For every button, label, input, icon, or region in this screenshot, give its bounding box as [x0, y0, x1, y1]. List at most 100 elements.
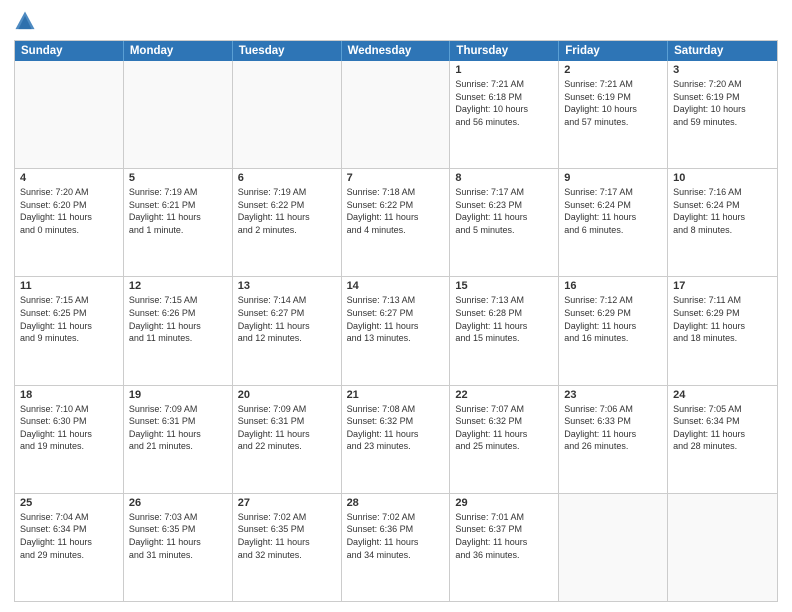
day-cell-17: 17 Sunrise: 7:11 AMSunset: 6:29 PMDayligh…: [668, 277, 777, 384]
day-info: Sunrise: 7:05 AMSunset: 6:34 PMDaylight:…: [673, 403, 772, 453]
day-cell-empty: [124, 61, 233, 168]
day-cell-22: 22Sunrise: 7:07 AMSunset: 6:32 PMDayligh…: [450, 386, 559, 493]
day-cell-2: 2 Sunrise: 7:21 AMSunset: 6:19 PMDaylight…: [559, 61, 668, 168]
day-cell-18: 18Sunrise: 7:10 AMSunset: 6:30 PMDayligh…: [15, 386, 124, 493]
day-info: Sunrise: 7:02 AMSunset: 6:35 PMDaylight:…: [238, 511, 336, 561]
day-number: 5: [129, 172, 227, 184]
day-number: 11: [20, 280, 118, 292]
day-number: 1: [455, 64, 553, 76]
day-cell-6: 6 Sunrise: 7:19 AMSunset: 6:22 PMDaylight…: [233, 169, 342, 276]
day-number: 28: [347, 497, 445, 509]
calendar-body: 1 Sunrise: 7:21 AMSunset: 6:18 PMDaylight…: [15, 61, 777, 601]
logo-icon: [14, 10, 36, 32]
day-cell-13: 13 Sunrise: 7:14 AMSunset: 6:27 PMDayligh…: [233, 277, 342, 384]
day-cell-14: 14 Sunrise: 7:13 AMSunset: 6:27 PMDayligh…: [342, 277, 451, 384]
day-info: Sunrise: 7:03 AMSunset: 6:35 PMDaylight:…: [129, 511, 227, 561]
day-cell-empty: [559, 494, 668, 601]
day-number: 19: [129, 389, 227, 401]
day-info: Sunrise: 7:04 AMSunset: 6:34 PMDaylight:…: [20, 511, 118, 561]
day-cell-5: 5 Sunrise: 7:19 AMSunset: 6:21 PMDaylight…: [124, 169, 233, 276]
day-cell-23: 23 Sunrise: 7:06 AMSunset: 6:33 PMDayligh…: [559, 386, 668, 493]
day-cell-empty: [342, 61, 451, 168]
day-info: Sunrise: 7:21 AMSunset: 6:19 PMDaylight:…: [564, 78, 662, 128]
header-cell-thursday: Thursday: [450, 41, 559, 61]
day-info: Sunrise: 7:12 AMSunset: 6:29 PMDaylight:…: [564, 294, 662, 344]
day-cell-26: 26 Sunrise: 7:03 AMSunset: 6:35 PMDayligh…: [124, 494, 233, 601]
day-info: Sunrise: 7:06 AMSunset: 6:33 PMDaylight:…: [564, 403, 662, 453]
day-info: Sunrise: 7:09 AMSunset: 6:31 PMDaylight:…: [238, 403, 336, 453]
calendar-row-3: 11 Sunrise: 7:15 AMSunset: 6:25 PMDayligh…: [15, 276, 777, 384]
day-cell-21: 21 Sunrise: 7:08 AMSunset: 6:32 PMDayligh…: [342, 386, 451, 493]
day-info: Sunrise: 7:15 AMSunset: 6:26 PMDaylight:…: [129, 294, 227, 344]
day-number: 21: [347, 389, 445, 401]
day-cell-4: 4 Sunrise: 7:20 AMSunset: 6:20 PMDaylight…: [15, 169, 124, 276]
day-info: Sunrise: 7:13 AMSunset: 6:27 PMDaylight:…: [347, 294, 445, 344]
header-cell-monday: Monday: [124, 41, 233, 61]
day-info: Sunrise: 7:01 AMSunset: 6:37 PMDaylight:…: [455, 511, 553, 561]
day-number: 25: [20, 497, 118, 509]
day-info: Sunrise: 7:19 AMSunset: 6:22 PMDaylight:…: [238, 186, 336, 236]
day-cell-8: 8 Sunrise: 7:17 AMSunset: 6:23 PMDaylight…: [450, 169, 559, 276]
day-info: Sunrise: 7:10 AMSunset: 6:30 PMDaylight:…: [20, 403, 118, 453]
day-number: 22: [455, 389, 553, 401]
day-number: 7: [347, 172, 445, 184]
day-number: 3: [673, 64, 772, 76]
logo: [14, 10, 38, 32]
day-number: 2: [564, 64, 662, 76]
day-info: Sunrise: 7:13 AMSunset: 6:28 PMDaylight:…: [455, 294, 553, 344]
day-number: 20: [238, 389, 336, 401]
calendar-row-5: 25 Sunrise: 7:04 AMSunset: 6:34 PMDayligh…: [15, 493, 777, 601]
day-cell-empty: [668, 494, 777, 601]
day-info: Sunrise: 7:18 AMSunset: 6:22 PMDaylight:…: [347, 186, 445, 236]
page-header: [14, 10, 778, 32]
day-cell-10: 10 Sunrise: 7:16 AMSunset: 6:24 PMDayligh…: [668, 169, 777, 276]
day-cell-empty: [15, 61, 124, 168]
day-info: Sunrise: 7:21 AMSunset: 6:18 PMDaylight:…: [455, 78, 553, 128]
day-number: 16: [564, 280, 662, 292]
day-info: Sunrise: 7:14 AMSunset: 6:27 PMDaylight:…: [238, 294, 336, 344]
header-cell-sunday: Sunday: [15, 41, 124, 61]
day-number: 13: [238, 280, 336, 292]
day-number: 27: [238, 497, 336, 509]
day-cell-12: 12 Sunrise: 7:15 AMSunset: 6:26 PMDayligh…: [124, 277, 233, 384]
day-number: 4: [20, 172, 118, 184]
day-cell-25: 25 Sunrise: 7:04 AMSunset: 6:34 PMDayligh…: [15, 494, 124, 601]
day-number: 8: [455, 172, 553, 184]
calendar-page: SundayMondayTuesdayWednesdayThursdayFrid…: [0, 0, 792, 612]
calendar-row-1: 1 Sunrise: 7:21 AMSunset: 6:18 PMDaylight…: [15, 61, 777, 168]
day-number: 23: [564, 389, 662, 401]
day-number: 9: [564, 172, 662, 184]
day-number: 6: [238, 172, 336, 184]
day-info: Sunrise: 7:16 AMSunset: 6:24 PMDaylight:…: [673, 186, 772, 236]
day-cell-empty: [233, 61, 342, 168]
header-cell-saturday: Saturday: [668, 41, 777, 61]
day-info: Sunrise: 7:20 AMSunset: 6:20 PMDaylight:…: [20, 186, 118, 236]
day-info: Sunrise: 7:09 AMSunset: 6:31 PMDaylight:…: [129, 403, 227, 453]
header-cell-tuesday: Tuesday: [233, 41, 342, 61]
day-cell-28: 28 Sunrise: 7:02 AMSunset: 6:36 PMDayligh…: [342, 494, 451, 601]
day-cell-3: 3 Sunrise: 7:20 AMSunset: 6:19 PMDaylight…: [668, 61, 777, 168]
day-info: Sunrise: 7:15 AMSunset: 6:25 PMDaylight:…: [20, 294, 118, 344]
day-cell-24: 24 Sunrise: 7:05 AMSunset: 6:34 PMDayligh…: [668, 386, 777, 493]
day-number: 12: [129, 280, 227, 292]
day-number: 26: [129, 497, 227, 509]
day-number: 29: [455, 497, 553, 509]
calendar-header: SundayMondayTuesdayWednesdayThursdayFrid…: [15, 41, 777, 61]
day-cell-20: 20 Sunrise: 7:09 AMSunset: 6:31 PMDayligh…: [233, 386, 342, 493]
day-number: 17: [673, 280, 772, 292]
day-info: Sunrise: 7:02 AMSunset: 6:36 PMDaylight:…: [347, 511, 445, 561]
day-number: 10: [673, 172, 772, 184]
day-cell-11: 11 Sunrise: 7:15 AMSunset: 6:25 PMDayligh…: [15, 277, 124, 384]
day-cell-19: 19 Sunrise: 7:09 AMSunset: 6:31 PMDayligh…: [124, 386, 233, 493]
day-cell-9: 9Sunrise: 7:17 AMSunset: 6:24 PMDaylight…: [559, 169, 668, 276]
day-cell-29: 29 Sunrise: 7:01 AMSunset: 6:37 PMDayligh…: [450, 494, 559, 601]
day-number: 14: [347, 280, 445, 292]
day-info: Sunrise: 7:19 AMSunset: 6:21 PMDaylight:…: [129, 186, 227, 236]
day-info: Sunrise: 7:08 AMSunset: 6:32 PMDaylight:…: [347, 403, 445, 453]
day-info: Sunrise: 7:17 AMSunset: 6:23 PMDaylight:…: [455, 186, 553, 236]
day-info: Sunrise: 7:20 AMSunset: 6:19 PMDaylight:…: [673, 78, 772, 128]
day-cell-15: 15Sunrise: 7:13 AMSunset: 6:28 PMDayligh…: [450, 277, 559, 384]
day-cell-27: 27 Sunrise: 7:02 AMSunset: 6:35 PMDayligh…: [233, 494, 342, 601]
day-number: 24: [673, 389, 772, 401]
day-info: Sunrise: 7:11 AMSunset: 6:29 PMDaylight:…: [673, 294, 772, 344]
